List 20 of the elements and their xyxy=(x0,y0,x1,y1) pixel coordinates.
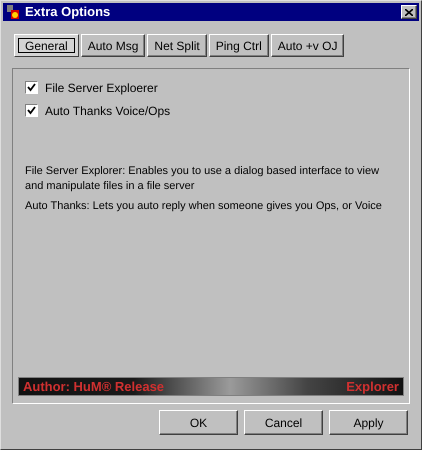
checkbox[interactable] xyxy=(25,104,38,117)
description-text: File Server Explorer: Enables you to use a dialog based interface to view and manipulate files in a file server xyxy=(25,164,380,194)
tab[interactable]: Auto +v OJ xyxy=(270,34,344,57)
tab[interactable]: Auto Msg xyxy=(80,34,146,57)
close-button[interactable] xyxy=(401,5,417,19)
tab[interactable]: Ping Ctrl xyxy=(208,34,269,57)
dialog-button[interactable]: Apply xyxy=(329,410,408,435)
dialog-button[interactable]: OK xyxy=(159,410,238,435)
tab[interactable]: General xyxy=(14,34,79,57)
banner-text: Explorer xyxy=(346,378,399,396)
checkbox-label: Auto Thanks Voice/Ops xyxy=(45,102,170,120)
close-icon xyxy=(405,8,413,16)
dialog-button[interactable]: Cancel xyxy=(244,410,323,435)
checkbox-label: File Server Exploerer xyxy=(45,80,158,96)
window-title: Extra Options xyxy=(25,3,112,22)
checkbox[interactable] xyxy=(25,81,38,94)
banner-text: Author: HuM® Release xyxy=(23,378,164,396)
app-icon xyxy=(5,4,21,20)
description-text: Auto Thanks: Lets you auto reply when someone gives you Ops, or Voice xyxy=(25,199,383,214)
tab[interactable]: Net Split xyxy=(147,34,207,57)
